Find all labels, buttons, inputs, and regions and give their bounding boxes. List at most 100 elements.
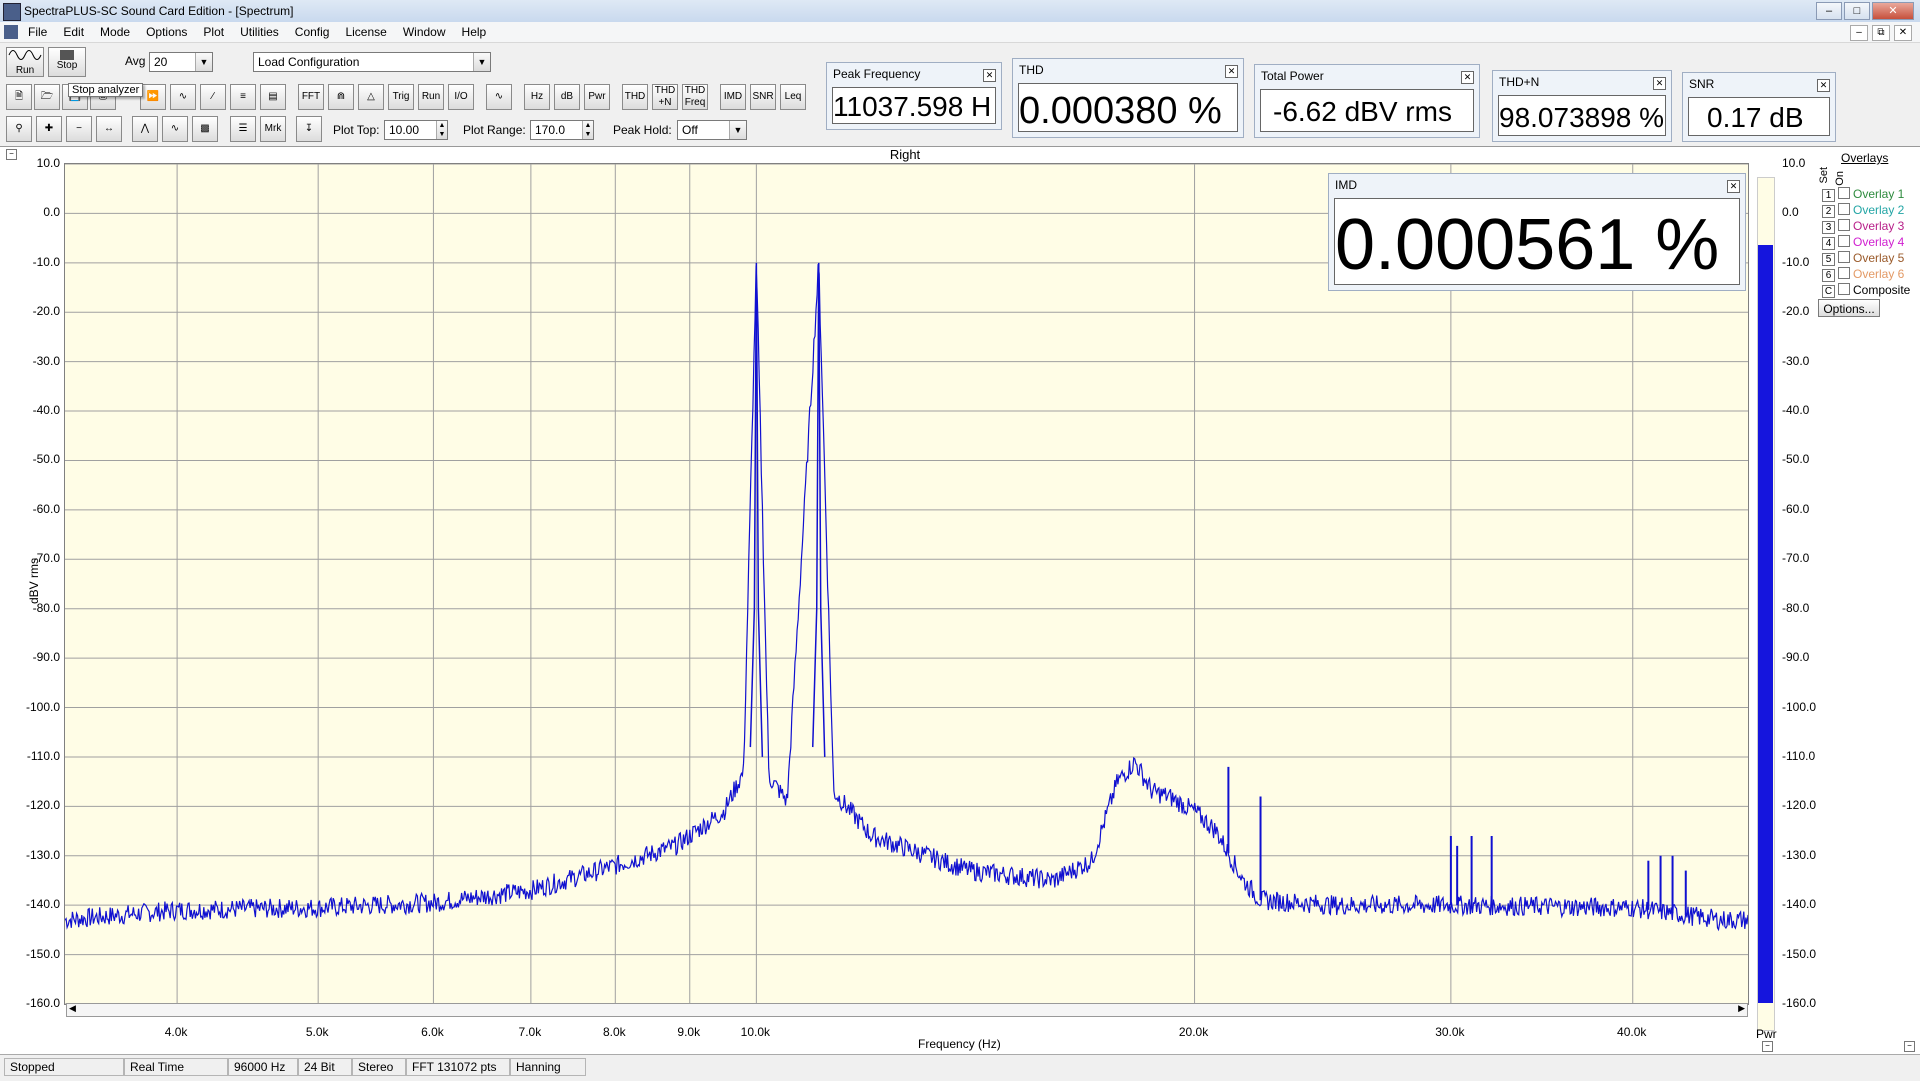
- mrk-button[interactable]: Mrk: [260, 116, 286, 142]
- signal-generator-button[interactable]: ∿: [486, 84, 512, 110]
- collapse-icon[interactable]: −: [1762, 1041, 1773, 1052]
- autoscale-button[interactable]: ↧: [296, 116, 322, 142]
- overlay-checkbox[interactable]: [1838, 267, 1850, 279]
- thd-freq-button[interactable]: THD Freq: [682, 84, 708, 110]
- spectrogram-button[interactable]: ≡: [230, 84, 256, 110]
- overlay-row-5[interactable]: 5 Overlay 5: [1822, 251, 1904, 266]
- menu-utilities[interactable]: Utilities: [240, 25, 279, 39]
- zoom-in-button[interactable]: ✚: [36, 116, 62, 142]
- scroll-left-icon[interactable]: ◀: [69, 1003, 76, 1014]
- menu-plot[interactable]: Plot: [203, 25, 224, 39]
- chevron-down-icon[interactable]: ▼: [729, 121, 746, 139]
- minimize-button[interactable]: –: [1816, 2, 1842, 20]
- thd-n-button[interactable]: THD +N: [652, 84, 678, 110]
- collapse-icon[interactable]: −: [1904, 1041, 1915, 1052]
- overlay-set-button[interactable]: 3: [1822, 221, 1835, 234]
- chevron-down-icon[interactable]: ▼: [473, 53, 490, 71]
- peak-hold-select[interactable]: Off ▼: [677, 120, 747, 140]
- spin-arrows-icon[interactable]: ▲ ▼: [582, 121, 593, 139]
- snr-meter[interactable]: SNR ✕ 0.17 dB: [1682, 72, 1836, 142]
- zoom-out-button[interactable]: −: [66, 116, 92, 142]
- close-icon[interactable]: ✕: [1225, 65, 1238, 78]
- new-file-button[interactable]: 🗎: [6, 84, 32, 110]
- overlay-checkbox[interactable]: [1838, 235, 1850, 247]
- hz-button[interactable]: Hz: [524, 84, 550, 110]
- menu-file[interactable]: File: [28, 25, 47, 39]
- plot-top-input[interactable]: 10.00 ▲ ▼: [384, 120, 448, 140]
- overlay-checkbox[interactable]: [1838, 251, 1850, 263]
- menu-edit[interactable]: Edit: [63, 25, 84, 39]
- overlay-checkbox[interactable]: [1838, 283, 1850, 295]
- input-button[interactable]: △: [358, 84, 384, 110]
- close-icon[interactable]: ✕: [1727, 180, 1740, 193]
- overlay-set-button[interactable]: 1: [1822, 189, 1835, 202]
- zoom-button[interactable]: ⚲: [6, 116, 32, 142]
- thd-n-meter[interactable]: THD+N ✕ 98.073898 %: [1492, 70, 1672, 142]
- scroll-right-icon[interactable]: ▶: [1738, 1003, 1745, 1014]
- mdi-minimize-button[interactable]: –: [1850, 25, 1868, 41]
- io-button[interactable]: I/O: [448, 84, 474, 110]
- pwr-button[interactable]: Pwr: [584, 84, 610, 110]
- close-icon[interactable]: ✕: [1461, 71, 1474, 84]
- overlay-set-button[interactable]: C: [1822, 285, 1835, 298]
- menu-options[interactable]: Options: [146, 25, 187, 39]
- overlay-set-button[interactable]: 6: [1822, 269, 1835, 282]
- run-button[interactable]: Run: [6, 47, 44, 77]
- imd-meter[interactable]: IMD ✕ 0.000561 %: [1328, 173, 1746, 291]
- thd-button[interactable]: THD: [622, 84, 648, 110]
- peak-frequency-meter[interactable]: Peak Frequency ✕ 11037.598 H: [826, 62, 1002, 130]
- leq-button[interactable]: Leq: [780, 84, 806, 110]
- db-button[interactable]: dB: [554, 84, 580, 110]
- overlay-row-4[interactable]: 4 Overlay 4: [1822, 235, 1904, 250]
- menu-mode[interactable]: Mode: [100, 25, 130, 39]
- close-icon[interactable]: ✕: [1653, 77, 1666, 90]
- load-configuration-select[interactable]: Load Configuration ▼: [253, 52, 491, 72]
- overlay-checkbox[interactable]: [1838, 219, 1850, 231]
- overlay-row-composite[interactable]: C Composite: [1822, 283, 1910, 298]
- trig-button[interactable]: Trig: [388, 84, 414, 110]
- mdi-restore-button[interactable]: ⧉: [1872, 25, 1890, 41]
- imd-button[interactable]: IMD: [720, 84, 746, 110]
- overlay-options-button[interactable]: Options...: [1818, 299, 1880, 317]
- menu-config[interactable]: Config: [295, 25, 330, 39]
- overlay-set-button[interactable]: 2: [1822, 205, 1835, 218]
- 3d-plot-button[interactable]: ▤: [260, 84, 286, 110]
- open-file-button[interactable]: 🗁: [34, 84, 60, 110]
- overlay-checkbox[interactable]: [1838, 187, 1850, 199]
- plot-style-curve-button[interactable]: ∿: [162, 116, 188, 142]
- plot-style-bar-button[interactable]: ▩: [192, 116, 218, 142]
- overlay-row-2[interactable]: 2 Overlay 2: [1822, 203, 1904, 218]
- zoom-full-button[interactable]: ↔: [96, 116, 122, 142]
- close-button[interactable]: ✕: [1872, 2, 1914, 20]
- spin-arrows-icon[interactable]: ▲ ▼: [436, 121, 447, 139]
- meters-button[interactable]: ☰: [230, 116, 256, 142]
- avg-select[interactable]: 20 ▼: [149, 52, 213, 72]
- overlays-title[interactable]: Overlays: [1841, 151, 1888, 165]
- mdi-close-button[interactable]: ✕: [1894, 25, 1912, 41]
- fft-button[interactable]: FFT: [298, 84, 324, 110]
- menu-license[interactable]: License: [345, 25, 386, 39]
- thd-meter[interactable]: THD ✕ 0.000380 %: [1012, 58, 1244, 138]
- plot-range-input[interactable]: 170.0 ▲ ▼: [530, 120, 594, 140]
- plot-style-line-button[interactable]: ⋀: [132, 116, 158, 142]
- menu-window[interactable]: Window: [403, 25, 446, 39]
- horizontal-scrollbar[interactable]: ◀ ▶: [66, 1003, 1748, 1017]
- overlay-row-6[interactable]: 6 Overlay 6: [1822, 267, 1904, 282]
- maximize-button[interactable]: □: [1844, 2, 1870, 20]
- run-ctrl-button[interactable]: Run Ctrl: [418, 84, 444, 126]
- windowing-button[interactable]: ⋒: [328, 84, 354, 110]
- total-power-meter[interactable]: Total Power ✕ -6.62 dBV rms: [1254, 64, 1480, 138]
- fast-forward-button[interactable]: ⏩: [140, 84, 166, 110]
- chevron-down-icon[interactable]: ▼: [195, 53, 212, 71]
- stop-button[interactable]: Stop: [48, 47, 86, 77]
- overlay-row-1[interactable]: 1 Overlay 1: [1822, 187, 1904, 202]
- overlay-set-button[interactable]: 5: [1822, 253, 1835, 266]
- menu-help[interactable]: Help: [462, 25, 487, 39]
- close-icon[interactable]: ✕: [983, 69, 996, 82]
- overlay-set-button[interactable]: 4: [1822, 237, 1835, 250]
- close-icon[interactable]: ✕: [1817, 79, 1830, 92]
- phase-button[interactable]: ∕: [200, 84, 226, 110]
- display-mode-button[interactable]: ∿: [170, 84, 196, 110]
- overlay-row-3[interactable]: 3 Overlay 3: [1822, 219, 1904, 234]
- snr-button[interactable]: SNR: [750, 84, 776, 110]
